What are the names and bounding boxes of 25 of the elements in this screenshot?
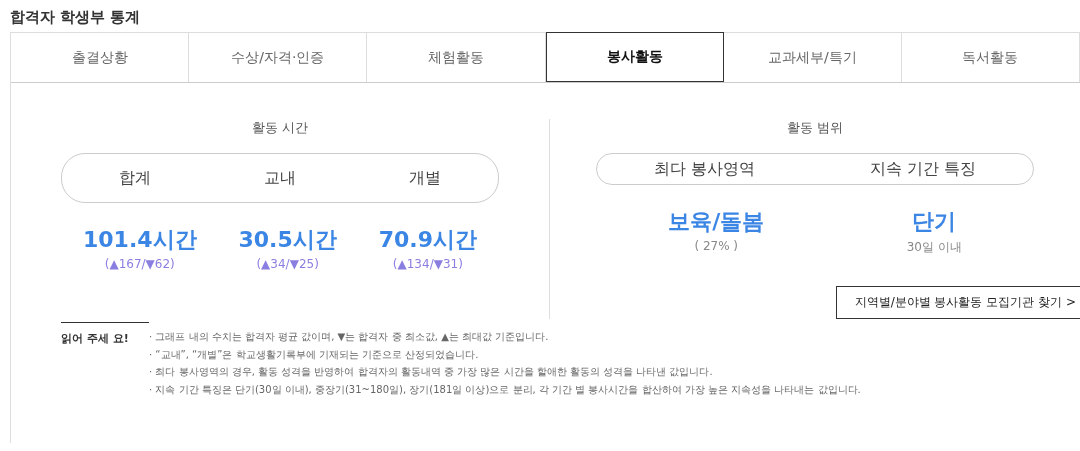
notes-title: 읽어 주세 요! bbox=[61, 322, 149, 398]
column-header: 교내 bbox=[264, 167, 296, 189]
stat-range: (▲134/▼31) bbox=[392, 257, 463, 271]
stat-value: 30.5시간 bbox=[238, 226, 337, 254]
stat-range: (▲34/▼25) bbox=[256, 257, 319, 271]
note-text: · “교내”, “개별”은 학교생활기록부에 기재되는 기준으로 산정되었습니다. bbox=[149, 347, 480, 362]
stat-range: (▲167/▼62) bbox=[104, 257, 175, 271]
section-title: 활동 범위 bbox=[786, 119, 844, 137]
note-text: · 그래프 내의 수치는 합격자 평균 값이며, ▼는 합격자 중 최소값, ▲는 최대값 기준입니다. bbox=[149, 330, 550, 344]
column-header: 합계 bbox=[118, 167, 151, 189]
section-title: 활동 시간 bbox=[251, 119, 309, 137]
stat-value: 101.4시간 bbox=[82, 226, 197, 254]
tab[interactable]: 봉사활동 bbox=[545, 32, 724, 82]
stat-value: 70.9시간 bbox=[378, 226, 477, 254]
stat-detail: 30일 이내 bbox=[906, 239, 962, 256]
note-text: · 지속 기간 특징은 단기(30일 이내), 중장기(31~180일), 장기(181일 이상)으로 분리, 각 기간 별 봉사시간을 합산하여 가장 높은 지속성을 나타내는 값입니다. bbox=[149, 382, 861, 397]
note-text: · 최다 봉사영역의 경우, 활동 성격을 반영하여 합격자의 활동내역 중 가장 많은 시간을 할애한 활동의 성격을 나타낸 값입니다. bbox=[149, 365, 714, 379]
column-header: 개별 bbox=[409, 167, 442, 189]
stat-value: 보육/돌봄 bbox=[668, 208, 765, 236]
stat-detail: ( 27% ) bbox=[694, 239, 739, 253]
find-organizations-link[interactable]: 지역별/분야별 봉사활동 모집기관 찾기 > bbox=[835, 286, 1080, 319]
page-title: 합격자 학생부 통계 bbox=[9, 7, 142, 28]
column-header: 최다 봉사영역 bbox=[654, 158, 756, 180]
stat-value: 단기 bbox=[912, 208, 957, 236]
column-header: 지속 기간 특징 bbox=[869, 158, 976, 180]
